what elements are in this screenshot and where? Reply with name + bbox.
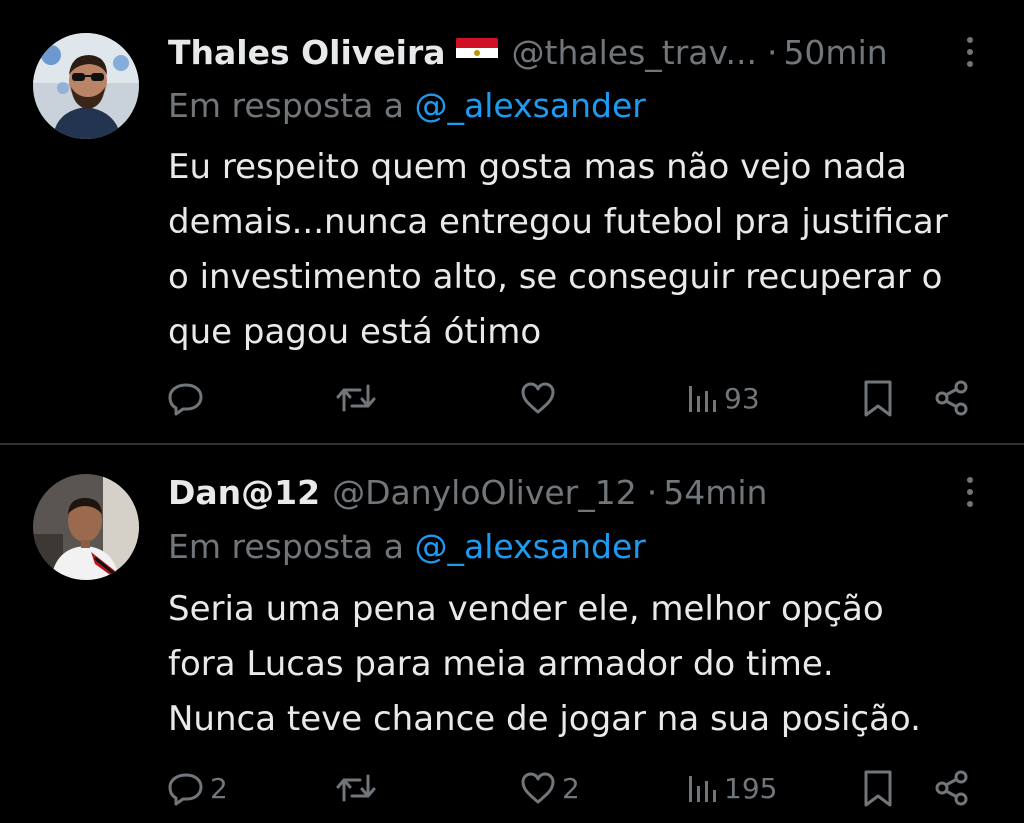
like-count: 2 (562, 771, 580, 805)
more-icon[interactable] (960, 472, 980, 512)
bookmark-button[interactable] (860, 763, 896, 813)
avatar-image (33, 33, 139, 139)
tweet-text-line: Nunca teve chance de jogar na sua posiçã… (168, 699, 921, 739)
share-button[interactable] (932, 763, 972, 813)
timestamp[interactable]: 54min (663, 473, 767, 512)
handle[interactable]: @thales_trav... (512, 33, 757, 72)
tweet[interactable]: Dan@12 @DanyloOliver_12 · 54min Em respo… (0, 445, 1024, 823)
share-icon (935, 380, 968, 416)
separator-dot: · (766, 32, 778, 72)
retweet-button[interactable] (334, 763, 382, 813)
views-icon (689, 386, 716, 412)
tweet-text-line: Seria uma pena vender ele, melhor opção (168, 589, 884, 629)
tweet-text-line: fora Lucas para meia armador do time. (168, 644, 834, 684)
view-count: 93 (724, 381, 760, 415)
display-name[interactable]: Thales Oliveira (168, 33, 446, 72)
tweet[interactable]: Thales Oliveira @thales_trav... · 50min … (0, 0, 1024, 443)
timestamp[interactable]: 50min (783, 33, 887, 72)
like-icon (521, 382, 555, 414)
reply-feed: Thales Oliveira @thales_trav... · 50min … (0, 0, 1024, 823)
bookmark-button[interactable] (860, 373, 896, 423)
share-button[interactable] (932, 373, 972, 423)
reply-icon (168, 773, 203, 806)
replying-to: Em resposta a @_alexsander (168, 527, 646, 566)
avatar-image (33, 474, 139, 580)
action-bar: 2 2 195 (0, 763, 1024, 813)
like-button[interactable] (518, 373, 562, 423)
reply-button[interactable]: 2 (166, 763, 228, 813)
share-icon (935, 770, 968, 806)
views-icon (689, 776, 716, 802)
avatar[interactable] (33, 474, 139, 580)
separator-dot: · (646, 472, 658, 512)
reply-count: 2 (210, 771, 228, 805)
action-bar: 93 (0, 373, 1024, 423)
display-name[interactable]: Dan@12 (168, 473, 320, 512)
retweet-icon (336, 384, 376, 412)
tweet-text-line: demais...nunca entregou futebol pra just… (168, 202, 948, 242)
reply-button[interactable] (166, 373, 210, 423)
tweet-text: Seria uma pena vender ele, melhor opção … (168, 582, 1008, 747)
handle[interactable]: @DanyloOliver_12 (332, 473, 637, 512)
reply-mention-link[interactable]: @_alexsander (415, 527, 646, 566)
retweet-button[interactable] (334, 373, 382, 423)
reply-mention-link[interactable]: @_alexsander (415, 86, 646, 125)
tweet-text-line: o investimento alto, se conseguir recupe… (168, 257, 943, 297)
more-icon[interactable] (960, 32, 980, 72)
tweet-text: Eu respeito quem gosta mas não vejo nada… (168, 140, 1008, 360)
retweet-icon (336, 774, 376, 802)
replying-to: Em resposta a @_alexsander (168, 86, 646, 125)
tweet-header: Dan@12 @DanyloOliver_12 · 54min (168, 470, 767, 514)
views-button[interactable]: 195 (686, 763, 777, 813)
tweet-header: Thales Oliveira @thales_trav... · 50min (168, 30, 888, 74)
bookmark-icon (864, 770, 892, 807)
tweet-text-line: que pagou está ótimo (168, 312, 542, 352)
bookmark-icon (864, 380, 892, 417)
egypt-flag-icon (455, 37, 498, 67)
avatar[interactable] (33, 33, 139, 139)
reply-icon (168, 383, 203, 416)
like-icon (521, 772, 555, 804)
like-button[interactable]: 2 (518, 763, 580, 813)
view-count: 195 (724, 771, 778, 805)
reply-prefix: Em resposta a (168, 86, 415, 125)
views-button[interactable]: 93 (686, 373, 760, 423)
reply-prefix: Em resposta a (168, 527, 415, 566)
tweet-text-line: Eu respeito quem gosta mas não vejo nada (168, 147, 908, 187)
